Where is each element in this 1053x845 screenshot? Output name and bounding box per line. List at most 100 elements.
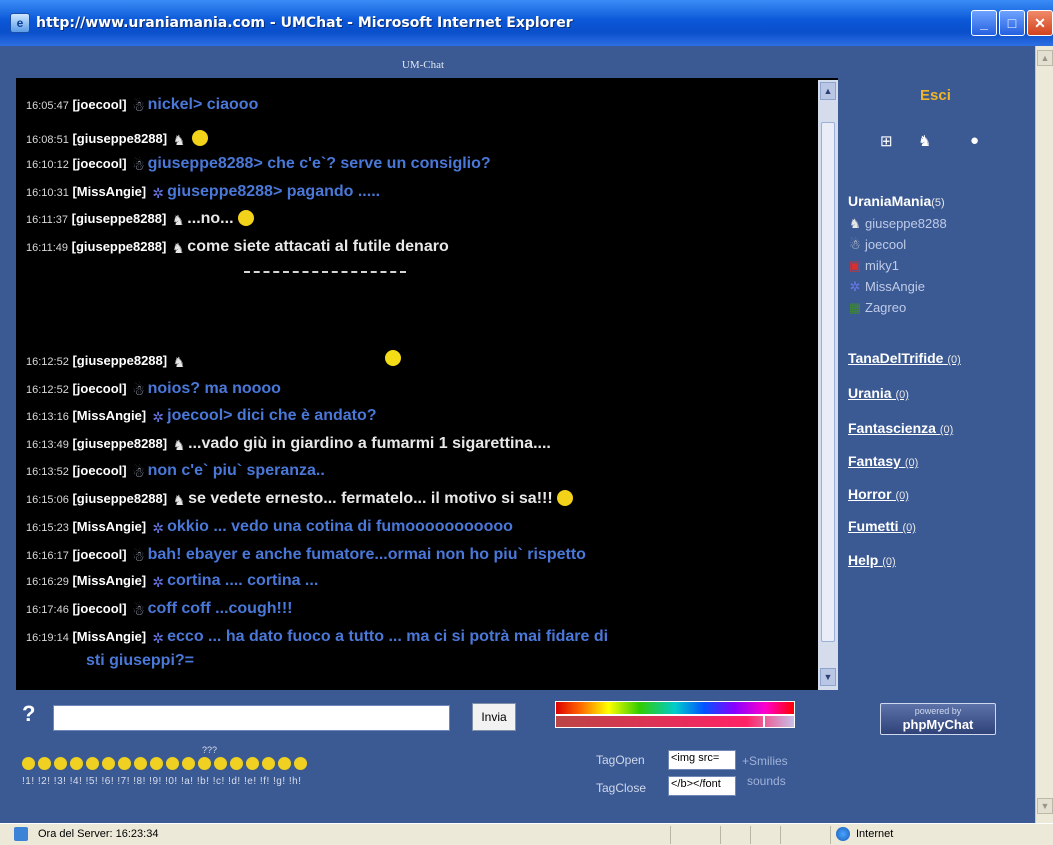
message-nick[interactable]: [giuseppe8288] — [72, 436, 167, 451]
alien-icon: ✲ — [152, 574, 164, 590]
help-icon[interactable]: ? — [22, 701, 35, 727]
user-item[interactable]: ▦ Zagreo — [848, 300, 906, 316]
cool-icon: ☃ — [132, 548, 145, 564]
scroll-down-icon[interactable]: ▼ — [1037, 798, 1053, 814]
message-nick[interactable]: [MissAngie] — [72, 519, 146, 534]
minimize-button[interactable]: _ — [971, 10, 997, 36]
chat-message: 16:15:23 [MissAngie] ✲ okkio ... vedo una … — [26, 518, 513, 536]
room-link[interactable]: Fantasy (0) — [848, 453, 918, 469]
smiley-icon[interactable] — [118, 757, 131, 770]
smiley-icon[interactable] — [102, 757, 115, 770]
message-text: non c'e` piu` speranza.. — [147, 462, 325, 479]
smiley-codes: !1! !2! !3! !4! !5! !6! !7! !8! !9! !0! … — [22, 776, 302, 787]
chat-message: 16:17:46 [joecool] ☃ coff coff ...cough!!! — [26, 600, 292, 618]
smiley-icon[interactable] — [198, 757, 211, 770]
chat-scroll-up-icon[interactable]: ▲ — [820, 82, 836, 100]
message-nick[interactable]: [MissAngie] — [72, 408, 146, 423]
status-bar: Ora del Server: 16:23:34 Internet — [0, 823, 1053, 845]
message-text: noios? ma noooo — [147, 380, 281, 397]
message-nick[interactable]: [giuseppe8288] — [72, 131, 167, 146]
message-time: 16:16:17 — [26, 550, 69, 562]
user-item[interactable]: ▣ miky1 — [848, 258, 899, 274]
current-room[interactable]: UraniaMania(5) — [848, 193, 945, 209]
smiley-icon[interactable] — [182, 757, 195, 770]
message-nick[interactable]: [joecool] — [72, 547, 126, 562]
smiley-icon[interactable] — [86, 757, 99, 770]
status-dot-icon[interactable]: ● — [970, 132, 979, 149]
chat-message: 16:16:17 [joecool] ☃ bah! ebayer e anche f… — [26, 546, 586, 564]
current-room-name: UraniaMania — [848, 193, 932, 209]
smiley-icon[interactable] — [134, 757, 147, 770]
message-nick[interactable]: [giuseppe8288] — [72, 239, 167, 254]
message-text: bah! ebayer e anche fumatore...ormai non… — [147, 546, 586, 563]
chat-message: 16:12:52 [joecool] ☃ noios? ma noooo — [26, 380, 281, 398]
room-link[interactable]: Help (0) — [848, 552, 896, 568]
smiley-icon[interactable] — [150, 757, 163, 770]
smiley-icon[interactable] — [38, 757, 51, 770]
smiley-icon[interactable] — [166, 757, 179, 770]
smiley-icon[interactable] — [214, 757, 227, 770]
page-scrollbar[interactable]: ▲ ▼ — [1035, 46, 1053, 823]
message-nick[interactable]: [giuseppe8288] — [72, 491, 167, 506]
tag-close-field[interactable]: </b></font — [668, 776, 736, 796]
smiley-icon — [237, 210, 254, 226]
user-item[interactable]: ☃ joecool — [848, 237, 906, 253]
smiley-icon[interactable] — [22, 757, 35, 770]
sounds-link[interactable]: sounds — [747, 774, 786, 788]
scroll-up-icon[interactable]: ▲ — [1037, 50, 1053, 66]
user-name: MissAngie — [865, 279, 925, 294]
smiley-icon[interactable] — [246, 757, 259, 770]
smiley-icon[interactable] — [294, 757, 307, 770]
tag-open-label: TagOpen — [596, 753, 645, 767]
message-time: 16:15:06 — [26, 494, 69, 506]
message-nick[interactable]: [MissAngie] — [72, 573, 146, 588]
page-icon — [14, 827, 28, 841]
smiley-icon[interactable] — [262, 757, 275, 770]
message-nick[interactable]: [joecool] — [72, 601, 126, 616]
alien-icon: ✲ — [152, 520, 164, 536]
smiley-icon[interactable] — [230, 757, 243, 770]
chat-scroll-thumb[interactable] — [821, 122, 835, 642]
user-name: joecool — [865, 237, 907, 252]
smiley-icon — [385, 350, 401, 366]
room-link[interactable]: Urania (0) — [848, 385, 909, 401]
message-time: 16:11:37 — [26, 214, 69, 226]
message-nick[interactable]: [joecool] — [72, 97, 126, 112]
smiley-icon[interactable] — [70, 757, 83, 770]
smilies-bar[interactable] — [22, 757, 310, 775]
cool-icon: ☃ — [132, 98, 145, 114]
message-nick[interactable]: [giuseppe8288] — [72, 353, 167, 368]
message-nick[interactable]: [joecool] — [72, 463, 126, 478]
message-input[interactable] — [53, 705, 450, 731]
exit-link[interactable]: Esci — [920, 87, 951, 104]
tag-open-field[interactable]: <img src= — [668, 750, 736, 770]
room-link[interactable]: Fumetti (0) — [848, 518, 916, 534]
color-picker-shade[interactable] — [555, 715, 795, 728]
text-underline — [244, 271, 406, 273]
message-nick[interactable]: [MissAngie] — [72, 629, 146, 644]
phpmychat-logo[interactable]: powered by phpMyChat — [880, 703, 996, 735]
room-link[interactable]: TanaDelTrifide (0) — [848, 350, 961, 366]
room-link[interactable]: Fantascienza (0) — [848, 420, 953, 436]
maximize-button[interactable]: □ — [999, 10, 1025, 36]
send-button[interactable]: Invia — [472, 703, 516, 731]
message-nick[interactable]: [joecool] — [72, 156, 126, 171]
color-picker[interactable] — [555, 701, 795, 715]
smiley-marker: ??? — [202, 745, 218, 755]
user-item[interactable]: ♞ giuseppe8288 — [848, 216, 947, 232]
message-nick[interactable]: [giuseppe8288] — [72, 211, 167, 226]
smiley-icon[interactable] — [278, 757, 291, 770]
chat-scrollbar[interactable]: ▲ ▼ — [818, 80, 838, 690]
message-nick[interactable]: [MissAngie] — [72, 184, 146, 199]
message-nick[interactable]: [joecool] — [72, 381, 126, 396]
chat-scroll-down-icon[interactable]: ▼ — [820, 668, 836, 686]
smiley-icon[interactable] — [54, 757, 67, 770]
close-button[interactable]: ✕ — [1027, 10, 1053, 36]
expand-icon[interactable]: ⊞ — [880, 132, 893, 150]
message-text: ...no... — [187, 210, 234, 227]
room-link[interactable]: Horror (0) — [848, 486, 909, 502]
user-item[interactable]: ✲ MissAngie — [848, 279, 925, 295]
smilies-link[interactable]: +Smilies — [742, 754, 788, 768]
chat-message: 16:12:52 [giuseppe8288] ♞ — [26, 352, 188, 370]
horse-icon[interactable]: ♞ — [918, 132, 931, 150]
